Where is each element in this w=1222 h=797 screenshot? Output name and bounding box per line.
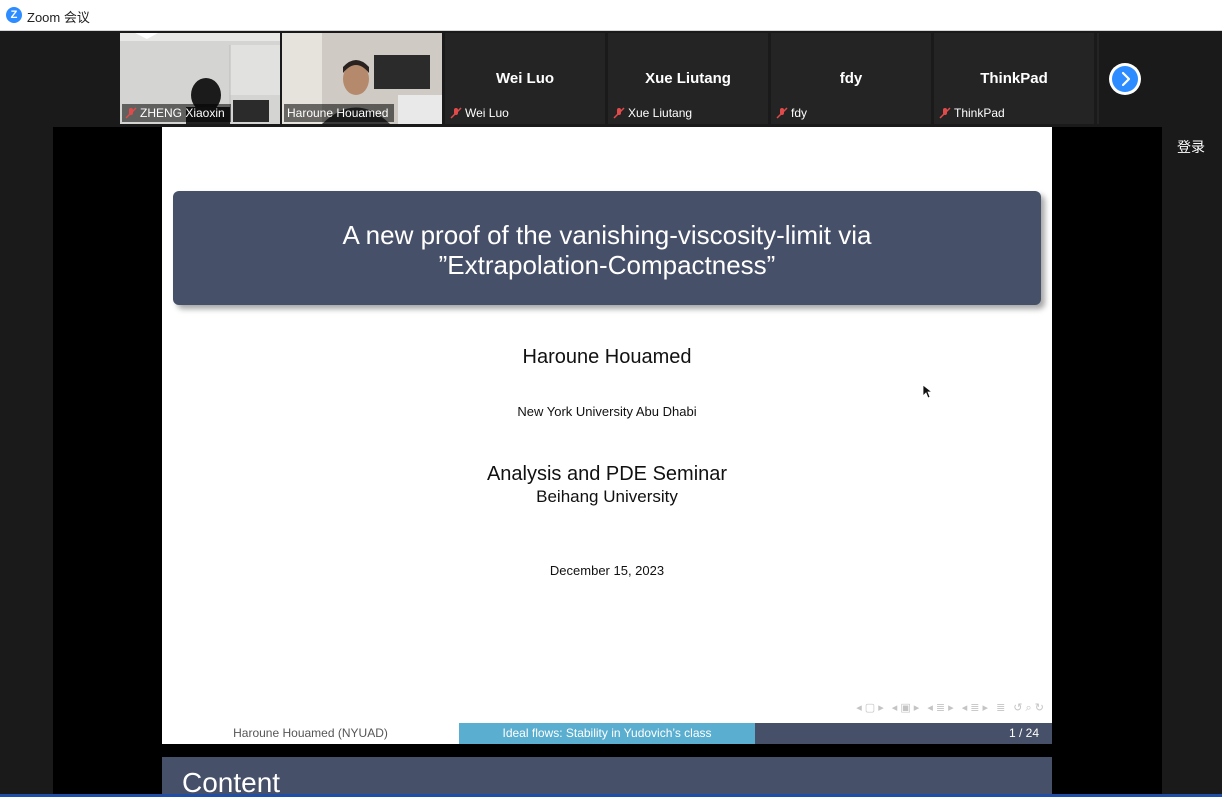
mic-muted-icon	[450, 107, 462, 119]
mic-muted-icon	[613, 107, 625, 119]
nav-search-icon[interactable]: ↺ ⌕ ↻	[1013, 701, 1044, 715]
mic-muted-icon	[125, 107, 137, 119]
next-slide-preview: Content	[162, 757, 1052, 797]
participant-tile[interactable]: Haroune Houamed	[282, 33, 442, 124]
slide-university: Beihang University	[536, 487, 678, 506]
slide-date: December 15, 2023	[549, 563, 665, 578]
window-title: Zoom 会议	[27, 10, 90, 25]
right-panel: 登录	[1162, 127, 1222, 797]
participant-gallery: ZHENG Xiaoxin Haroune Houamed Wei Luo We…	[0, 31, 1222, 127]
participant-name-label: Haroune Houamed	[284, 104, 395, 122]
participant-tile[interactable]: ZHENG Xiaoxin	[120, 33, 280, 124]
zoom-logo-icon: Z	[6, 7, 22, 23]
participant-tile[interactable]: Wei Luo Wei Luo	[445, 33, 605, 124]
tile-divider	[1097, 33, 1099, 124]
slide-institution: New York University Abu Dhabi	[517, 404, 697, 419]
presentation-slide: A new proof of the vanishing-viscosity-l…	[162, 127, 1052, 744]
participant-display-name: Xue Liutang	[645, 70, 731, 87]
slide-title-line1: A new proof of the vanishing-viscosity-l…	[342, 220, 872, 250]
login-button[interactable]: 登录	[1177, 137, 1205, 157]
participant-tile[interactable]: fdy fdy	[771, 33, 931, 124]
mic-muted-icon	[939, 107, 951, 119]
participant-name-label: ZHENG Xiaoxin	[122, 104, 231, 122]
mic-muted-icon	[776, 107, 788, 119]
slide-seminar: Analysis and PDE Seminar	[486, 463, 728, 485]
participant-name-label: Wei Luo	[447, 104, 515, 122]
beamer-navigation: ◂ ▢ ▸ ◂ ▣ ▸ ◂ ≣ ▸ ◂ ≣ ▸ ≣ ↺ ⌕ ↻	[856, 701, 1044, 715]
participant-name-label: ThinkPad	[936, 104, 1011, 122]
footline-page-number: 1 / 24	[755, 723, 1052, 744]
slide-author: Haroune Houamed	[522, 346, 692, 368]
footline-title: Ideal flows: Stability in Yudovich’s cla…	[459, 723, 755, 744]
slide-footline: Haroune Houamed (NYUAD) Ideal flows: Sta…	[162, 723, 1052, 744]
next-slide-title: Content	[182, 767, 281, 797]
nav-subsection-icon[interactable]: ◂ ▣ ▸	[892, 701, 920, 715]
nav-section-icon[interactable]: ◂ ≣ ▸	[962, 701, 988, 715]
participant-tile[interactable]: Xue Liutang Xue Liutang	[608, 33, 768, 124]
shared-screen: A new proof of the vanishing-viscosity-l…	[53, 127, 1162, 797]
footline-author: Haroune Houamed (NYUAD)	[162, 723, 459, 744]
participant-display-name: ThinkPad	[980, 70, 1048, 87]
nav-toc-icon[interactable]: ≣	[996, 701, 1005, 715]
participant-display-name: Wei Luo	[495, 70, 555, 87]
participant-name-label: fdy	[773, 104, 813, 122]
participant-tile[interactable]: ThinkPad ThinkPad	[934, 33, 1094, 124]
nav-frame-icon[interactable]: ◂ ▢ ▸	[856, 701, 884, 715]
participant-display-name: fdy	[839, 70, 863, 87]
next-page-button[interactable]	[1109, 63, 1141, 95]
chevron-right-icon	[1112, 66, 1138, 92]
mouse-cursor-icon	[923, 385, 933, 399]
participant-name-label: Xue Liutang	[610, 104, 698, 122]
slide-title-box: A new proof of the vanishing-viscosity-l…	[173, 191, 1041, 305]
slide-title-line2: ”Extrapolation-Compactness”	[438, 250, 776, 280]
title-bar: Z Zoom 会议	[0, 0, 1222, 31]
nav-section-icon[interactable]: ◂ ≣ ▸	[927, 701, 953, 715]
